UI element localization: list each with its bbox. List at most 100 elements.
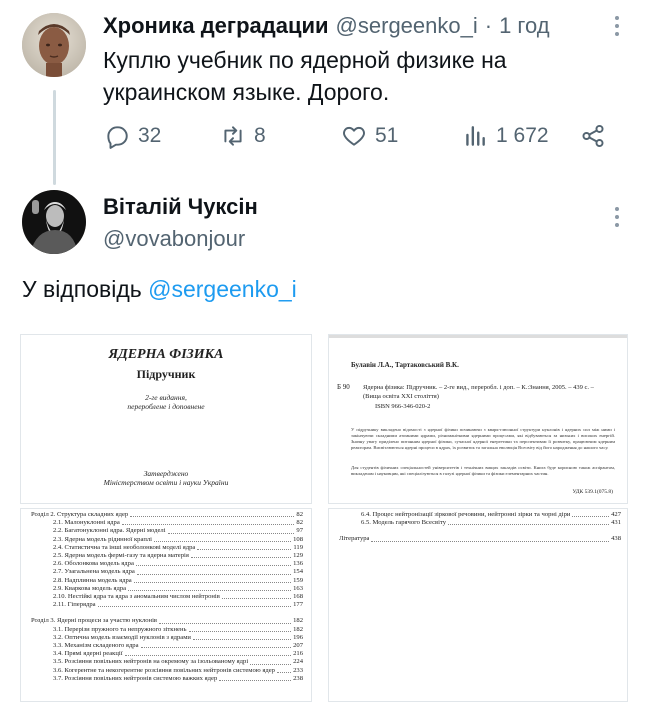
reply-author-handle[interactable]: @vovabonjour — [103, 226, 245, 252]
toc-leader-dots — [188, 626, 292, 632]
more-icon — [615, 207, 619, 227]
author-avatar[interactable] — [22, 13, 86, 77]
toc-row: 3.2. Оптична модель взаємодії нуклонів з… — [31, 634, 303, 642]
toc-row: 2.5. Ядерна модель фермі-газу та ядерна … — [31, 552, 303, 560]
tweet-text-line: украинском языке. Дорого. — [103, 79, 390, 105]
share-icon — [582, 124, 604, 148]
toc-leader-dots — [371, 535, 610, 542]
toc-leader-dots — [572, 511, 610, 518]
toc-entry-title: 2.11. Гіперядра — [53, 601, 96, 609]
reply-author-avatar[interactable] — [22, 190, 86, 254]
more-menu-button[interactable] — [607, 15, 627, 37]
toc-entry-page: 427 — [611, 511, 621, 518]
retweet-count: 8 — [254, 124, 266, 147]
toc-entry-page: 182 — [293, 617, 303, 625]
book-edition-note: перероблене і доповнене — [127, 402, 205, 411]
book-title: ЯДЕРНА ФІЗИКА — [108, 347, 224, 362]
book-approved-by: Міністерством освіти і науки України — [103, 478, 229, 487]
toc-entry-title: 2.8. Надплинна модель ядра — [53, 576, 132, 584]
book-subtitle: Підручник — [136, 367, 196, 381]
toc-entry-page: 154 — [293, 568, 303, 576]
toc-leader-dots — [221, 593, 292, 600]
more-icon — [615, 16, 619, 36]
toc-row: 3.3. Механізм складеного ядра 207 — [31, 642, 303, 650]
like-count: 51 — [375, 124, 399, 147]
views-icon — [466, 126, 485, 146]
toc-entry-title: Розділ 3. Ядерні процеси за участю нукло… — [31, 617, 158, 625]
book-code: Б 90 — [337, 383, 350, 391]
toc-leader-dots — [190, 552, 292, 559]
book-contents-left-image[interactable]: Розділ 2. Структура складних ядер 82 2.1. … — [20, 508, 312, 702]
toc-row: 3.6. Когерентне та некогерентне розсіянн… — [31, 667, 303, 675]
toc-entry-page: 108 — [293, 535, 303, 543]
author-handle[interactable]: @sergeenko_i — [336, 13, 478, 39]
toc-entry-page: 97 — [296, 527, 303, 535]
reply-author-name[interactable]: Віталій Чуксін — [103, 194, 258, 220]
reply-count: 32 — [138, 124, 162, 147]
toc-entry-title: 6.5. Модель гарячого Всесвіту — [361, 519, 447, 527]
toc-entry-title: 3.1. Перерізи пружного та непружного зіт… — [53, 625, 187, 633]
tweet-text-line: Куплю учебник по ядерной физике на — [103, 47, 507, 73]
tweet-text: Куплю учебник по ядерной физике на украи… — [103, 44, 623, 108]
toc-leader-dots — [276, 667, 292, 673]
toc-row: Розділ 2. Структура складних ядер 82 — [31, 511, 303, 519]
toc-entry-page: 82 — [296, 511, 303, 518]
toc-row: 2.11. Гіперядра 177 — [31, 601, 303, 609]
toc-leader-dots — [128, 585, 292, 592]
toc-entry-page: 431 — [611, 519, 621, 527]
toc-row: 2.9. Кваркова модель ядра 163 — [31, 585, 303, 593]
toc-leader-dots — [159, 617, 292, 624]
share-button[interactable] — [580, 123, 606, 149]
like-button[interactable]: 51 — [341, 123, 398, 149]
toc-entry-title: 2.4. Статистична та інші необолонкові мо… — [53, 543, 196, 551]
toc-leader-dots — [192, 634, 292, 641]
toc-row — [31, 609, 303, 617]
toc-row: 6.5. Модель гарячого Всесвіту 431 — [339, 519, 621, 527]
toc-row: 2.6. Оболонкова модель ядра 136 — [31, 560, 303, 568]
book-contents-right-image[interactable]: 6.4. Процес нейтронізації зіркової речов… — [328, 508, 628, 702]
toc-leader-dots — [250, 658, 292, 665]
toc-row: Література 438 — [339, 535, 621, 543]
toc-entry-page: 163 — [293, 584, 303, 592]
reply-more-menu-button[interactable] — [607, 206, 627, 228]
toc-entry-title: 2.10. Нестійкі ядра та ядра з аномальним… — [53, 593, 220, 601]
book-authors: Булавін Л.А., Тартаковський В.К. — [351, 361, 459, 369]
toc-row: 3.5. Розсіяння повільних нейтронів на ок… — [31, 658, 303, 666]
retweet-button[interactable]: 8 — [220, 123, 266, 149]
media-grid[interactable]: ЯДЕРНА ФІЗИКА Підручник 2-ге видання, пе… — [20, 334, 628, 702]
replying-to-mention[interactable]: @sergeenko_i — [148, 276, 297, 302]
toc-row: 2.3. Ядерна модель рідинної краплі 108 — [31, 536, 303, 544]
views-count: 1 672 — [496, 124, 549, 147]
toc-entry-page: 177 — [293, 601, 303, 609]
toc-leader-dots — [133, 577, 292, 583]
toc-entry-page: 119 — [293, 543, 303, 551]
toc-entry-page: 207 — [293, 642, 303, 650]
toc-entry-page: 196 — [293, 633, 303, 641]
tweet-time[interactable]: 1 год — [499, 13, 549, 39]
book-imprint-page-image[interactable]: Булавін Л.А., Тартаковський В.К. Б 90 Яд… — [328, 334, 628, 504]
book-edition: 2-ге видання, — [145, 393, 187, 402]
toc-row: 2.7. Узагальнена модель ядра 154 — [31, 568, 303, 576]
toc-entry-title: 3.6. Когерентне та некогерентне розсіянн… — [53, 666, 275, 674]
toc-entry-page: 136 — [293, 560, 303, 568]
toc-entry-page: 216 — [293, 650, 303, 658]
book-isbn: ISBN 966-346-020-2 — [375, 403, 431, 410]
toc-entry-title: 3.3. Механізм складеного ядра — [53, 642, 139, 650]
toc-leader-dots — [97, 601, 292, 608]
views-button[interactable]: 1 672 — [462, 123, 549, 149]
toc-entry-title: 2.3. Ядерна модель рідинної краплі — [53, 535, 152, 543]
book-title-page-image[interactable]: ЯДЕРНА ФІЗИКА Підручник 2-ге видання, пе… — [20, 334, 312, 504]
toc-row: 2.1. Малонуклонні ядра 82 — [31, 519, 303, 527]
book-approved: Затверджено — [143, 469, 189, 478]
toc-leader-dots — [121, 519, 295, 526]
toc-entry-page: 438 — [611, 535, 621, 543]
toc-leader-dots — [167, 527, 295, 534]
toc-leader-dots — [124, 650, 292, 657]
toc-leader-dots — [153, 536, 292, 542]
toc-entry-title: 3.5. Розсіяння повільних нейтронів на ок… — [53, 658, 249, 666]
toc-entry-page: 159 — [293, 576, 303, 584]
toc-leader-dots — [219, 675, 292, 682]
reply-button[interactable]: 32 — [104, 123, 161, 149]
replying-to-label: У відповідь — [22, 276, 142, 302]
author-name[interactable]: Хроника деградации — [103, 13, 329, 39]
